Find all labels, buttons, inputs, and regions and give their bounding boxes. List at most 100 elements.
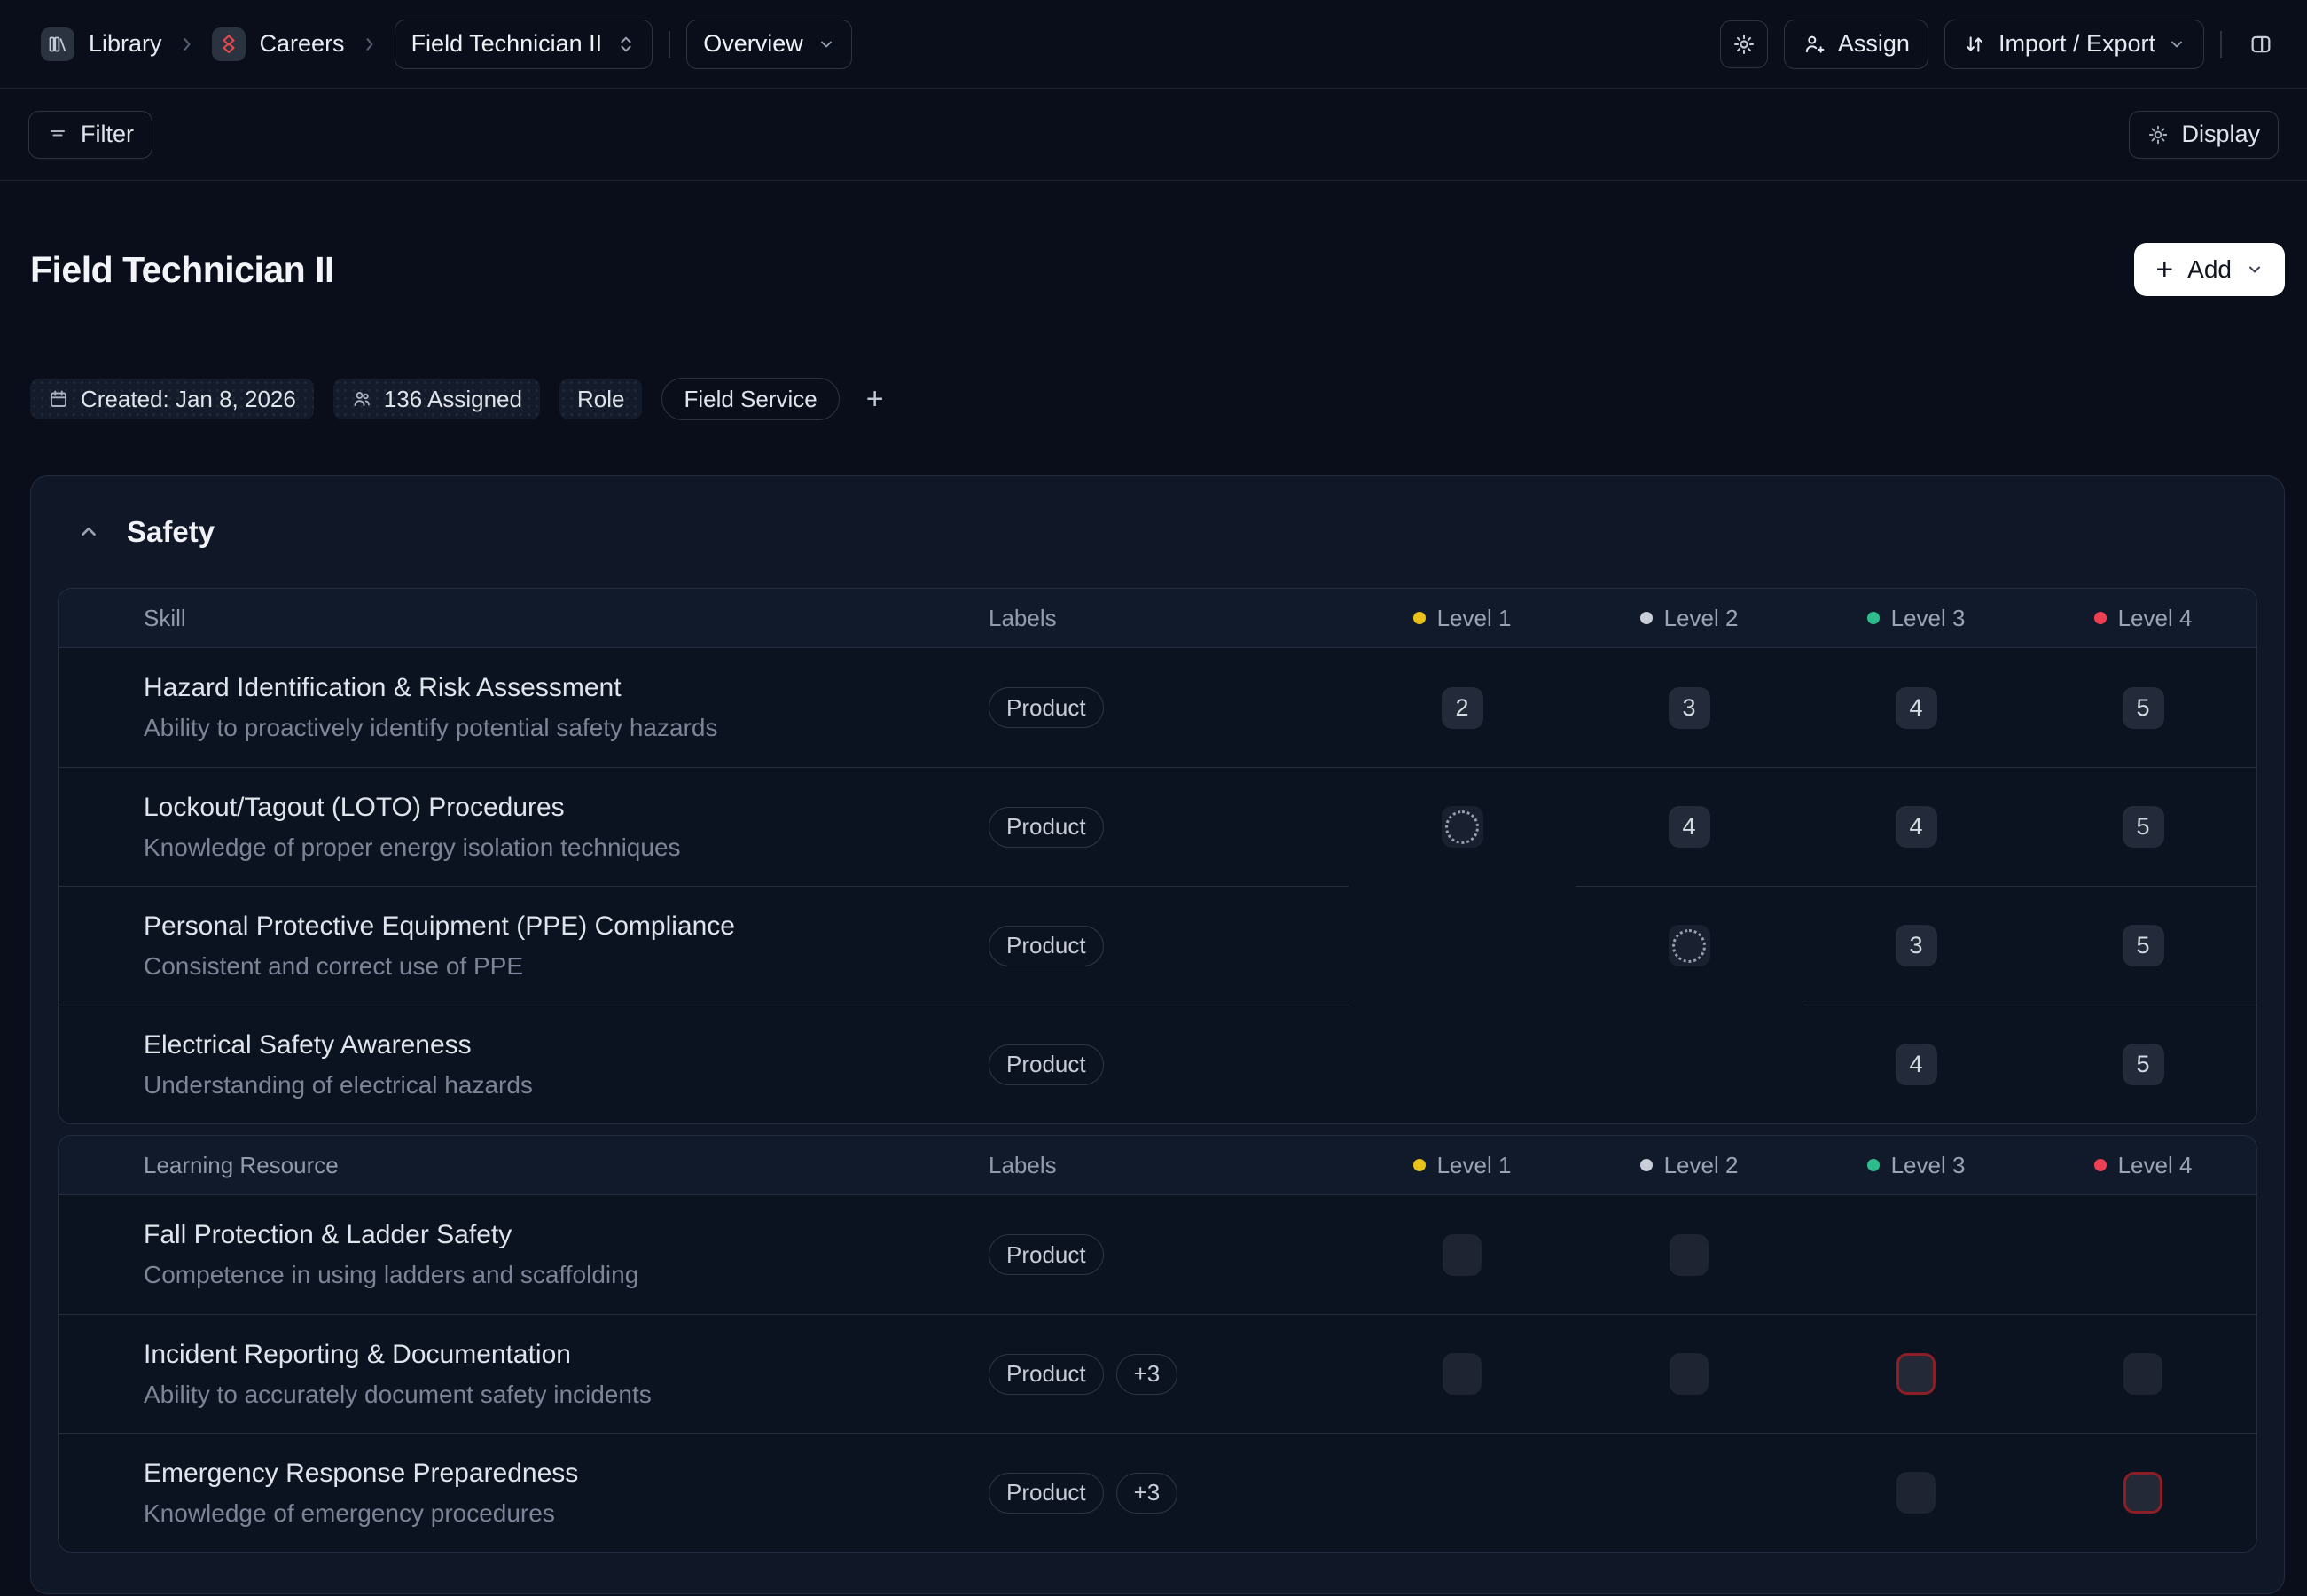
level-value-chip[interactable]: 5 (2123, 925, 2164, 966)
label-pill: Product (989, 1354, 1104, 1395)
level-cell: 3 (1576, 648, 1803, 767)
level-value-chip[interactable]: 2 (1442, 687, 1483, 729)
breadcrumb: Library Careers Field Technician II (41, 20, 852, 69)
chevron-down-icon (817, 35, 835, 53)
import-export-button[interactable]: Import / Export (1944, 20, 2204, 69)
row-labels-cell: Product (976, 648, 1349, 767)
table-row: Lockout/Tagout (LOTO) ProceduresKnowledg… (59, 767, 2256, 886)
level-cell (1803, 1195, 2029, 1314)
level-value-chip[interactable]: 4 (1896, 806, 1937, 848)
add-tag-button[interactable]: + (859, 384, 891, 414)
level-dot (1640, 1159, 1653, 1171)
column-header: Skill (59, 589, 976, 647)
filter-button[interactable]: Filter (28, 111, 152, 159)
row-title-cell: Personal Protective Equipment (PPE) Comp… (59, 886, 976, 1005)
row-title-cell: Emergency Response PreparednessKnowledge… (59, 1433, 976, 1552)
breadcrumb-careers[interactable]: Careers (212, 27, 345, 61)
label-pill: Product (989, 1044, 1104, 1085)
level-cell (1349, 1005, 1576, 1123)
level-cell: 5 (2029, 1005, 2256, 1123)
assign-button[interactable]: Assign (1784, 20, 1928, 69)
level-dot (1867, 1159, 1880, 1171)
entity-select[interactable]: Field Technician II (395, 20, 653, 69)
level-empty-box[interactable] (1443, 1234, 1482, 1276)
level-column-header: Level 1 (1349, 1136, 1576, 1194)
collapse-section-button[interactable] (77, 520, 100, 544)
row-name: Electrical Safety Awareness (144, 1029, 472, 1061)
arrows-down-up-icon (1963, 33, 1986, 56)
level-dot (2094, 612, 2107, 624)
assign-label: Assign (1838, 30, 1910, 58)
level-value-chip[interactable]: 5 (2123, 1044, 2164, 1085)
row-name: Incident Reporting & Documentation (144, 1339, 571, 1371)
divider (2220, 31, 2222, 58)
level-cell (1349, 767, 1576, 886)
level-cell: 4 (1576, 767, 1803, 886)
field-service-label: Field Service (684, 386, 817, 413)
level-value-chip[interactable]: 5 (2123, 687, 2164, 729)
library-icon (41, 27, 74, 61)
field-service-tag[interactable]: Field Service (661, 378, 839, 420)
labels-column-header: Labels (976, 589, 1349, 647)
level-empty-box[interactable] (1670, 1234, 1709, 1276)
labels-column-header: Labels (976, 1136, 1349, 1194)
row-title-cell: Electrical Safety AwarenessUnderstanding… (59, 1005, 976, 1123)
side-panel-button[interactable] (2238, 21, 2284, 67)
level-column-header: Level 3 (1803, 589, 2029, 647)
display-button[interactable]: Display (2129, 111, 2279, 159)
level-value-chip[interactable]: 3 (1669, 687, 1710, 729)
table-row: Fall Protection & Ladder SafetyCompetenc… (59, 1195, 2256, 1314)
level-dot (1640, 612, 1653, 624)
level-cell: 3 (1803, 886, 2029, 1005)
column-header-label: Learning Resource (144, 1152, 339, 1179)
level-header-label: Level 2 (1664, 1152, 1739, 1179)
created-label: Created: Jan 8, 2026 (81, 386, 296, 413)
nav-actions: Assign Import / Export (1720, 20, 2284, 69)
user-plus-icon (1803, 33, 1826, 56)
level-empty-box-error[interactable] (1896, 1353, 1936, 1395)
more-labels-pill[interactable]: +3 (1116, 1354, 1178, 1395)
view-select[interactable]: Overview (686, 20, 852, 69)
level-empty-box-error[interactable] (2123, 1472, 2162, 1514)
assigned-chip[interactable]: 136 Assigned (333, 379, 540, 419)
breadcrumb-library-label: Library (89, 30, 162, 58)
label-pill: Product (989, 687, 1104, 728)
breadcrumb-careers-label: Careers (260, 30, 345, 58)
level-value-chip[interactable]: 4 (1896, 1044, 1937, 1085)
level-header-label: Level 1 (1437, 1152, 1512, 1179)
safety-section-card: Safety SkillLabelsLevel 1Level 2Level 3L… (30, 475, 2285, 1594)
more-labels-pill[interactable]: +3 (1116, 1473, 1178, 1514)
level-empty-box[interactable] (1896, 1472, 1936, 1514)
level-value-chip[interactable]: 3 (1896, 925, 1937, 966)
labels-header-label: Labels (989, 605, 1057, 632)
add-button[interactable]: + Add (2134, 243, 2285, 296)
chevron-down-icon (2246, 261, 2264, 278)
level-cell: 2 (1349, 648, 1576, 767)
filter-label: Filter (81, 121, 134, 148)
section-title: Safety (127, 515, 215, 549)
level-cell (2029, 1433, 2256, 1552)
spinner-ring-icon (1445, 810, 1479, 844)
entity-select-value: Field Technician II (411, 30, 603, 58)
level-empty-box[interactable] (2123, 1353, 2162, 1395)
table-row: Personal Protective Equipment (PPE) Comp… (59, 886, 2256, 1005)
level-cell: 5 (2029, 648, 2256, 767)
level-cell: 4 (1803, 1005, 2029, 1123)
level-header-label: Level 4 (2118, 605, 2193, 632)
level-column-header: Level 2 (1576, 589, 1803, 647)
level-empty-box[interactable] (1443, 1353, 1482, 1395)
row-labels-cell: Product +3 (976, 1314, 1349, 1433)
table-row: Emergency Response PreparednessKnowledge… (59, 1433, 2256, 1552)
panel-columns-icon (2248, 32, 2273, 57)
level-value-chip[interactable]: 4 (1896, 687, 1937, 729)
top-nav: Library Careers Field Technician II (0, 0, 2307, 89)
level-value-chip[interactable]: 4 (1669, 806, 1710, 848)
column-header-label: Skill (144, 605, 186, 632)
level-empty-box[interactable] (1670, 1353, 1709, 1395)
settings-button[interactable] (1720, 20, 1768, 68)
breadcrumb-library[interactable]: Library (41, 27, 162, 61)
label-pill: Product (989, 807, 1104, 848)
level-value-chip[interactable]: 5 (2123, 806, 2164, 848)
calendar-icon (48, 388, 69, 410)
label-pill: Product (989, 1234, 1104, 1275)
